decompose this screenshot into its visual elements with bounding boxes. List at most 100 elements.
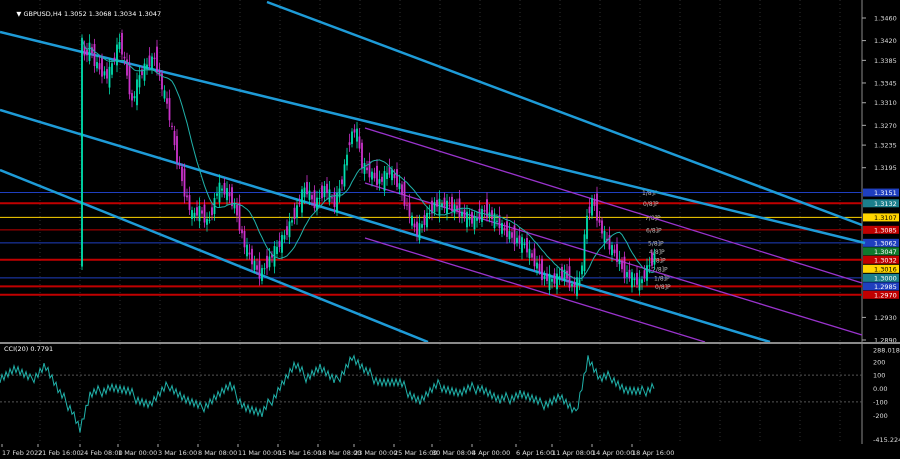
candle-body	[578, 279, 581, 286]
candle-body	[618, 259, 621, 265]
candle-body	[583, 234, 586, 272]
candle-body	[553, 273, 556, 284]
candle-body	[166, 98, 168, 104]
candle-body	[636, 272, 638, 285]
candle-body	[293, 207, 296, 220]
candle-body	[528, 248, 531, 259]
candle-body	[151, 56, 153, 69]
candle-body	[133, 96, 136, 99]
time-axis-label: 1 Mar 00:00	[118, 449, 157, 457]
price-axis-label: 1.3345	[874, 79, 897, 87]
time-axis-label: 6 Apr 16:00	[516, 449, 554, 457]
candle-body	[236, 204, 238, 216]
murray-level-label: 1/8]P	[654, 275, 670, 282]
time-axis-label: 24 Feb 08:00	[80, 449, 123, 457]
candle-body	[501, 223, 503, 234]
candle-body	[458, 198, 461, 218]
candle-body	[558, 276, 561, 279]
candle-body	[403, 181, 406, 206]
candle-body	[623, 256, 626, 279]
candle-body	[178, 164, 181, 166]
symbol-timeframe: GBPUSD,H4	[23, 10, 62, 18]
candle-body	[241, 229, 243, 234]
candle-body	[641, 279, 643, 284]
murray-level-label: 5/8]P	[648, 240, 664, 247]
candle-body	[538, 263, 541, 272]
candle-body	[101, 56, 103, 77]
candle-body	[138, 75, 141, 88]
candle-body	[423, 215, 426, 226]
candle-body	[556, 273, 558, 290]
price-tag-label: 1.3000	[874, 274, 897, 282]
candle-body	[648, 265, 651, 267]
price-axis-label: 1.3460	[874, 15, 897, 23]
cci-line	[0, 354, 655, 433]
candle-body	[111, 63, 113, 75]
candle-body	[338, 188, 341, 198]
candle-body	[296, 205, 298, 218]
candle-body	[188, 195, 191, 210]
candle-body	[228, 192, 231, 197]
candle-body	[323, 186, 326, 198]
candle-body	[468, 217, 471, 220]
candle-body	[143, 63, 146, 81]
candle-body	[466, 211, 468, 228]
candle-body	[303, 187, 306, 198]
candle-body	[473, 216, 476, 230]
candle-body	[446, 200, 448, 214]
regression-channel-line	[0, 168, 429, 344]
candle-body	[276, 246, 278, 254]
trading-chart-window[interactable]: 1.3460 1.3420 1.3385 1.3345 1.3310 1.3270 1.32…	[0, 0, 900, 459]
candle-body	[516, 237, 518, 244]
candle-body	[216, 193, 218, 196]
candle-body	[193, 212, 196, 218]
oscillator-canvas[interactable]: 288.018 200 100 0.00 -100 -200 -415.224	[0, 344, 900, 444]
candle-body	[108, 66, 111, 88]
candle-body	[321, 185, 323, 199]
candle-body	[386, 172, 388, 179]
candle-body	[633, 278, 636, 281]
price-chart-canvas[interactable]: 1.3460 1.3420 1.3385 1.3345 1.3310 1.3270 1.32…	[0, 0, 900, 345]
price-chart-panel[interactable]: 1.3460 1.3420 1.3385 1.3345 1.3310 1.3270 1.32…	[0, 0, 900, 345]
candle-body	[128, 63, 131, 95]
time-axis-label: 3 Mar 16:00	[158, 449, 197, 457]
candle-body	[186, 195, 188, 198]
candle-body	[408, 202, 411, 217]
murray-level-label: 0/8]P	[655, 284, 671, 291]
candle-body	[418, 223, 421, 241]
candle-body	[426, 212, 428, 228]
candle-body	[96, 62, 98, 69]
candle-body	[181, 166, 183, 182]
candle-body	[396, 169, 398, 187]
candle-body	[598, 219, 601, 223]
candle-body	[358, 136, 361, 149]
candle-body	[81, 37, 83, 267]
candle-body	[233, 203, 236, 209]
candle-body	[523, 243, 526, 246]
candle-body	[651, 252, 653, 266]
candle-body	[451, 196, 453, 212]
candle-body	[308, 190, 311, 200]
candle-body	[191, 210, 193, 219]
price-tag-label: 1.3132	[874, 200, 897, 208]
candle-body	[653, 253, 656, 265]
candle-body	[486, 199, 488, 219]
candle-body	[628, 269, 631, 279]
candle-body	[328, 189, 331, 203]
candle-body	[638, 278, 641, 291]
time-axis-label: 25 Mar 16:00	[394, 449, 437, 457]
candle-body	[428, 213, 431, 215]
candle-body	[513, 225, 516, 245]
oscillator-title: CCI(20) 0.7791	[4, 345, 54, 353]
candle-body	[226, 188, 228, 201]
candle-body	[206, 219, 208, 225]
candle-body	[121, 32, 123, 55]
candle-body	[561, 266, 563, 279]
chart-info: ▼ GBPUSD,H4 1.3052 1.3068 1.3034 1.3047	[4, 2, 161, 26]
oscillator-panel[interactable]: 288.018 200 100 0.00 -100 -200 -415.224 CCI(20…	[0, 344, 900, 444]
candle-body	[596, 193, 598, 221]
candle-body	[221, 188, 223, 191]
time-axis-label: 14 Apr 00:00	[592, 449, 634, 457]
time-axis-label: 21 Feb 16:00	[38, 449, 81, 457]
price-tag-label: 1.3107	[874, 214, 897, 222]
